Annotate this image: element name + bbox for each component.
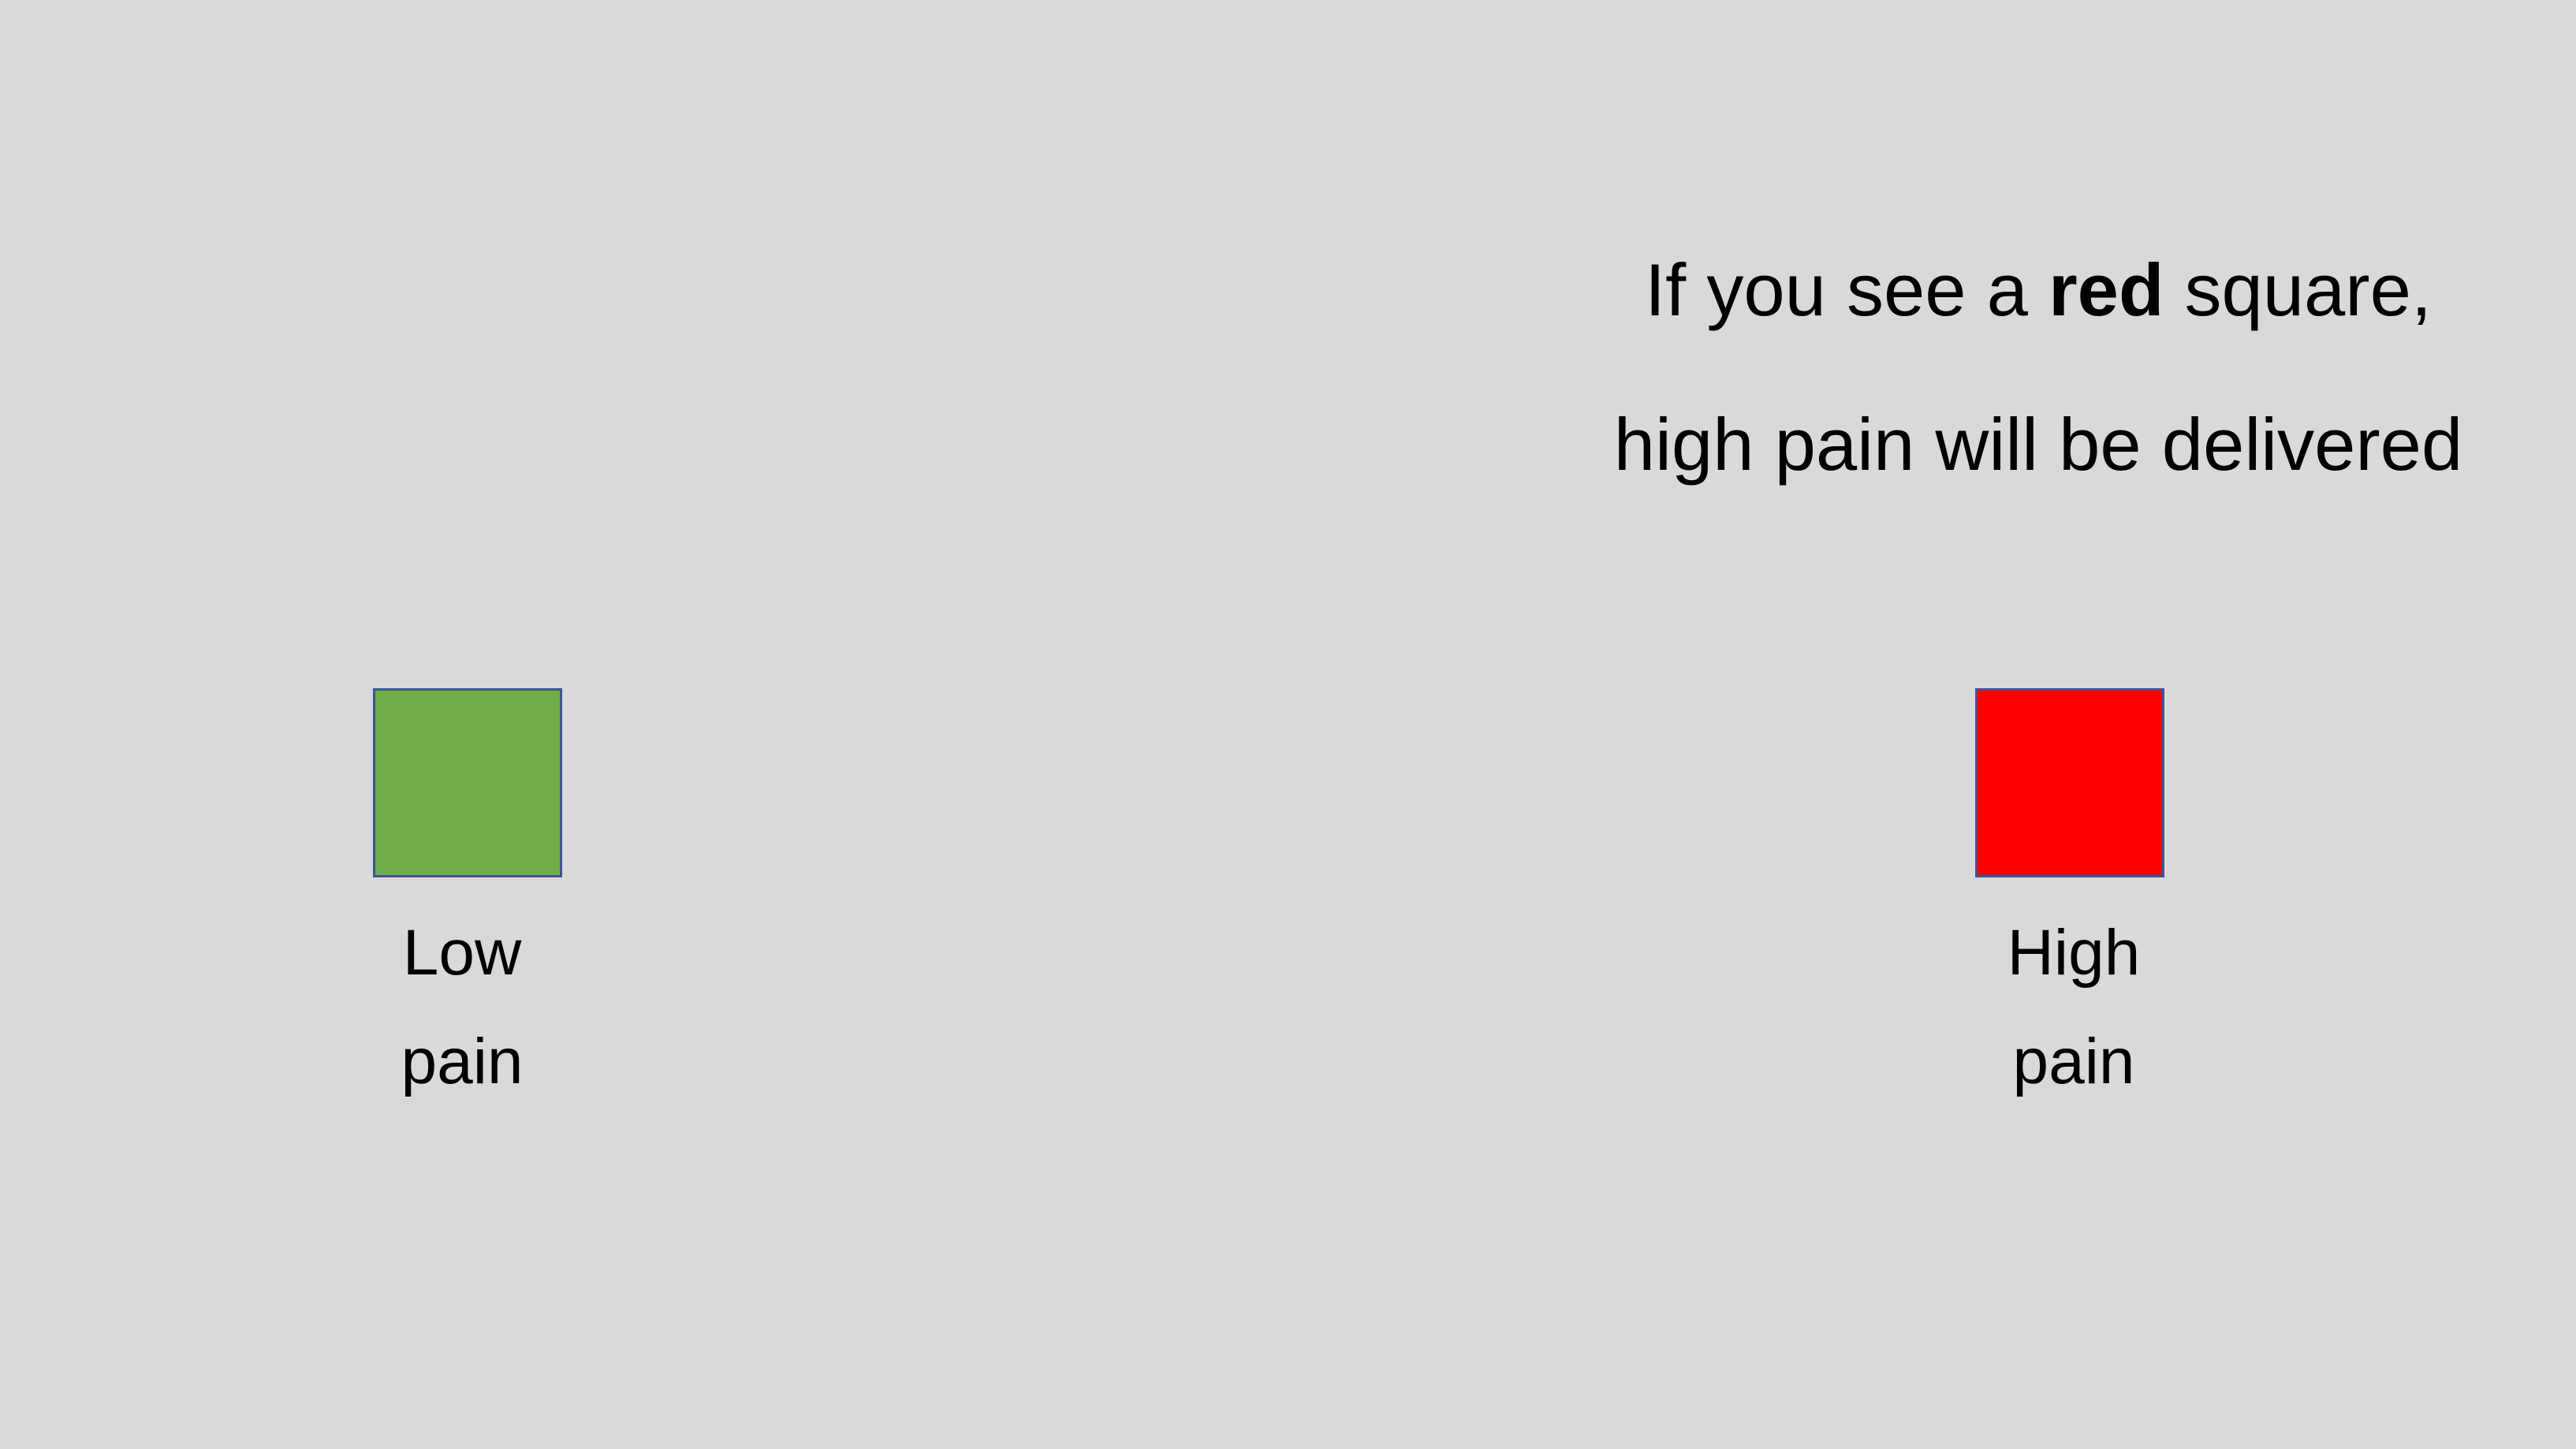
instruction-emphasis-red: red (2048, 248, 2164, 331)
low-pain-label-line-2: pain (401, 1026, 524, 1097)
high-pain-label: High pain (1916, 899, 2231, 1116)
instruction-line-1-start: If you see a (1644, 248, 2049, 331)
high-pain-label-line-2: pain (2012, 1026, 2135, 1097)
green-square (373, 688, 562, 877)
instruction-line-1: If you see a red square, (1530, 213, 2547, 367)
high-pain-label-line-1: High (2007, 917, 2141, 989)
low-pain-label: Low pain (304, 899, 620, 1116)
low-pain-label-line-1: Low (402, 917, 522, 989)
instruction-line-1-end: square, (2164, 248, 2432, 331)
red-square (1975, 688, 2164, 877)
instruction-line-2: high pain will be delivered (1613, 403, 2463, 486)
slide: If you see a red square, high pain will … (0, 0, 2576, 1449)
instruction-text: If you see a red square, high pain will … (1530, 213, 2547, 522)
